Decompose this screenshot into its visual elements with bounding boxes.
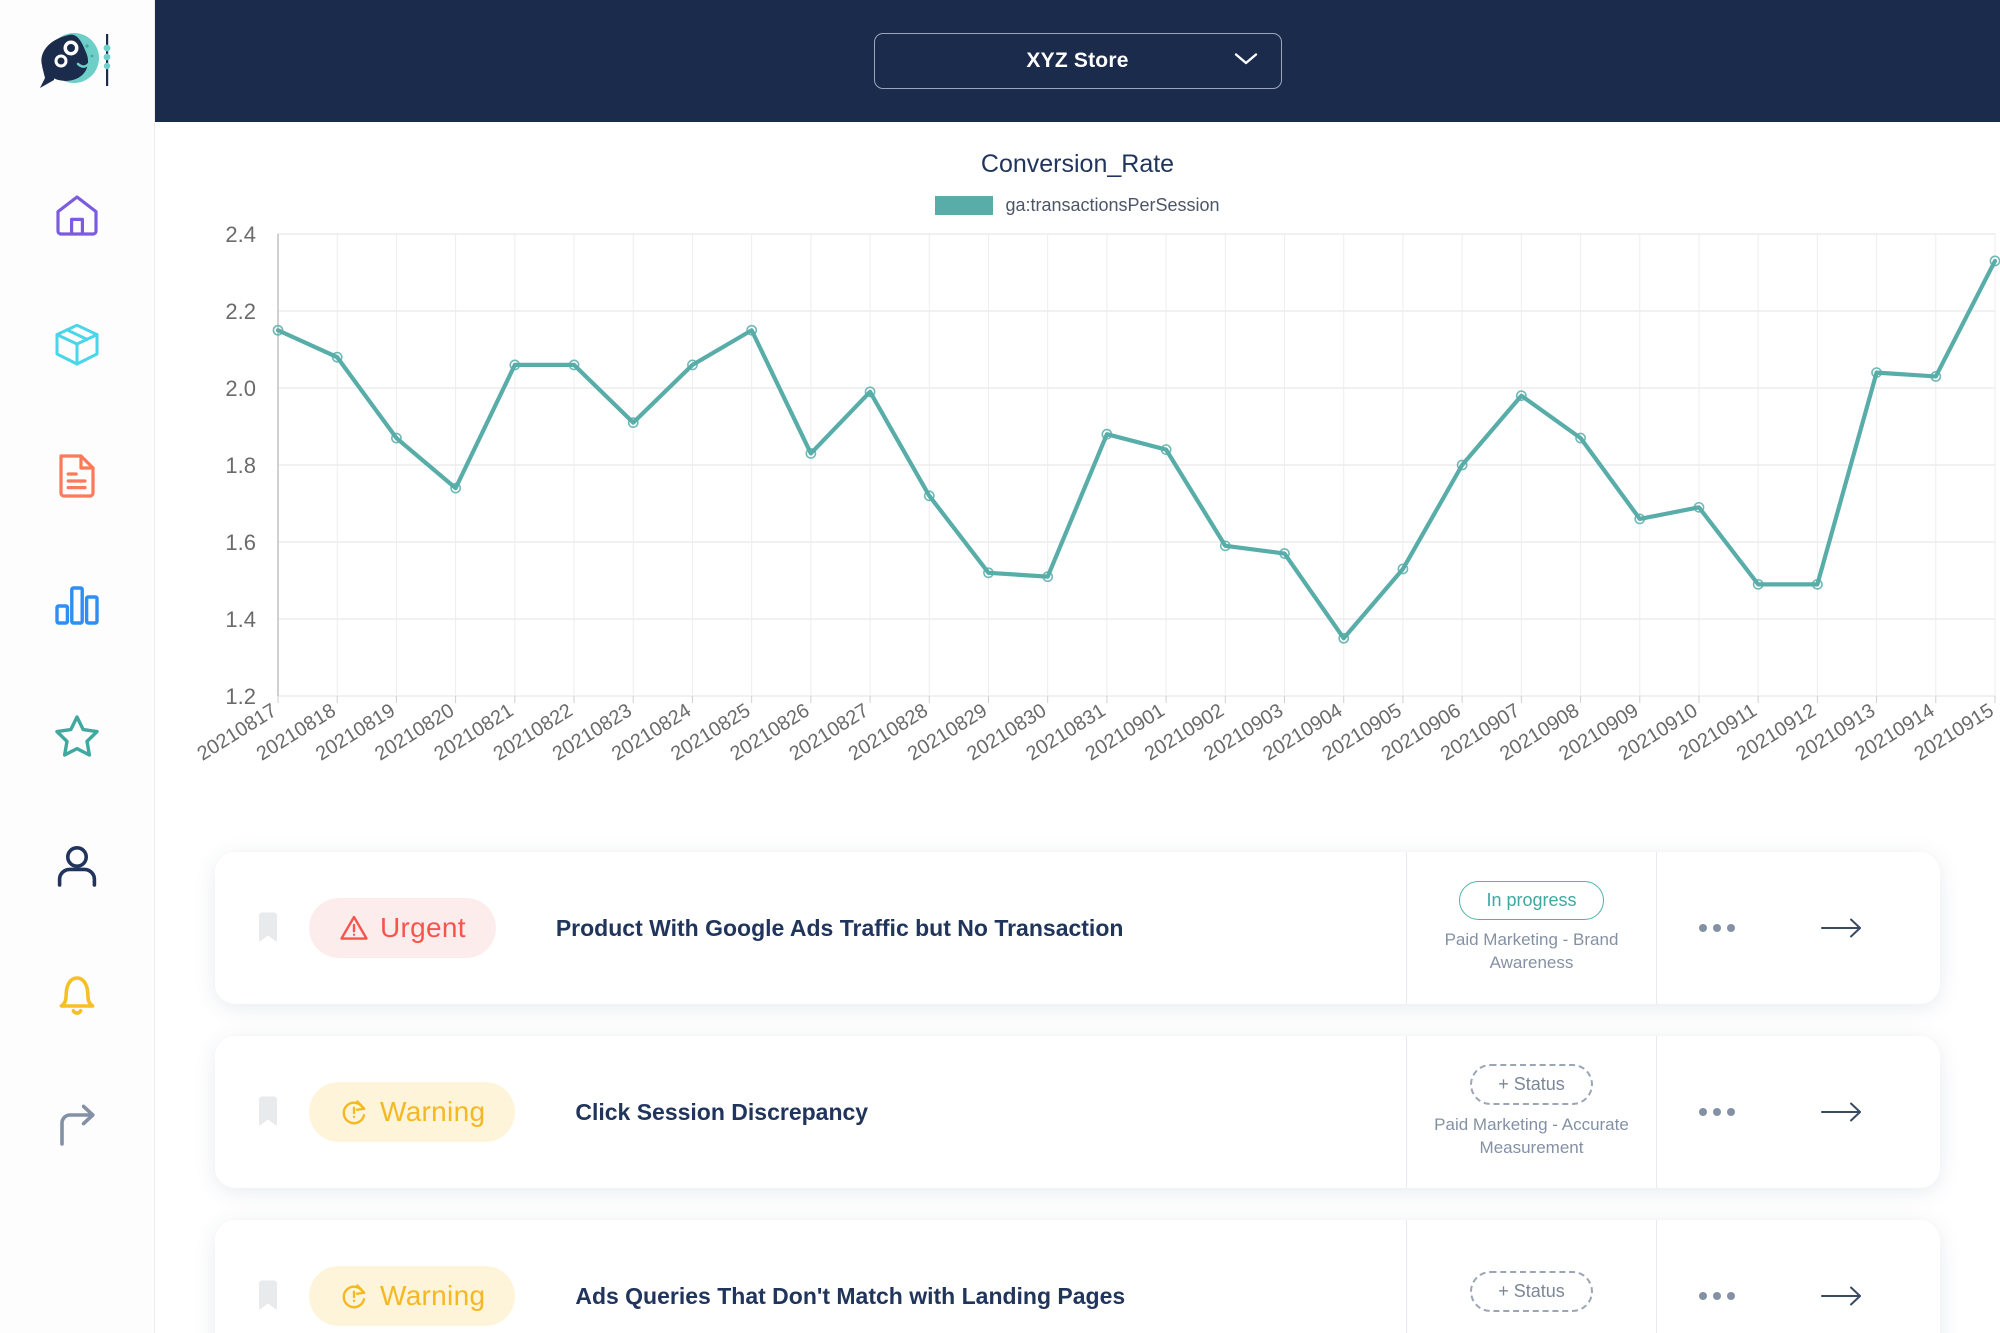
status-column: + Status Paid Marketing - Accurate Measur… (1406, 1036, 1656, 1188)
chart-legend: ga:transactionsPerSession (155, 195, 2000, 216)
severity-badge[interactable]: Warning (309, 1266, 516, 1326)
status-pill[interactable]: + Status (1470, 1064, 1593, 1106)
y-axis-tick-label: 1.2 (225, 684, 256, 709)
top-header-bar: XYZ Store (155, 0, 2000, 122)
sidebar-item-notifications[interactable] (0, 930, 154, 1060)
bookmark-button[interactable] (249, 1279, 287, 1313)
chevron-down-icon (1233, 51, 1259, 72)
card-actions (1656, 852, 1906, 1004)
alert-card[interactable]: Warning Ads Queries That Don't Match with… (215, 1220, 1940, 1333)
status-pill[interactable]: + Status (1470, 1271, 1593, 1312)
conversion-rate-chart: Conversion_Rate ga:transactionsPerSessio… (155, 122, 2000, 852)
sidebar-item-logout[interactable] (0, 1060, 154, 1190)
star-icon (55, 715, 99, 757)
legend-swatch (935, 196, 994, 215)
y-axis-tick-label: 1.6 (225, 530, 256, 555)
sidebar-item-reports[interactable] (0, 410, 154, 540)
bookmark-icon (259, 912, 277, 942)
y-axis-tick-label: 2.2 (225, 299, 256, 324)
ellipsis-icon[interactable] (1699, 1292, 1736, 1300)
home-icon (56, 195, 98, 236)
app-logo[interactable] (40, 30, 114, 92)
document-icon (59, 454, 95, 498)
exit-arrow-icon (60, 1104, 95, 1146)
severity-badge-label: Warning (380, 1280, 486, 1311)
fish-logo-icon (40, 33, 111, 88)
card-actions (1656, 1036, 1906, 1188)
arrow-right-icon (1820, 918, 1861, 938)
app-root: XYZ Store Conversion_Rate ga:transaction… (0, 0, 2000, 1333)
bookmark-icon (259, 1096, 277, 1126)
y-axis-tick-label: 1.8 (225, 453, 256, 478)
severity-badge-label: Warning (380, 1096, 486, 1127)
y-axis-tick-label: 1.4 (225, 607, 256, 632)
user-icon (57, 846, 97, 887)
bookmark-button[interactable] (249, 1095, 287, 1129)
alert-card-list: Urgent Product With Google Ads Traffic bu… (155, 852, 2000, 1333)
severity-badge-label: Urgent (380, 912, 466, 943)
status-category-label: Paid Marketing - Accurate Measurement (1434, 1115, 1629, 1157)
alert-title: Ads Queries That Don't Match with Landin… (575, 1282, 1126, 1309)
status-column: In progress Paid Marketing - Brand Awaren… (1406, 852, 1656, 1004)
alert-card[interactable]: Urgent Product With Google Ads Traffic bu… (215, 852, 1940, 1004)
y-axis-tick-label: 2.0 (225, 376, 256, 401)
sidebar (0, 0, 155, 1333)
sidebar-item-home[interactable] (0, 150, 154, 280)
sidebar-item-account[interactable] (0, 800, 154, 930)
status-category-label: Paid Marketing - Brand Awareness (1444, 930, 1619, 972)
ellipsis-icon[interactable] (1699, 924, 1736, 932)
bar-chart-icon (55, 586, 99, 625)
status-pill[interactable]: In progress (1459, 881, 1604, 921)
sidebar-item-analytics[interactable] (0, 540, 154, 670)
alert-title: Product With Google Ads Traffic but No T… (555, 914, 1124, 941)
store-selector[interactable]: XYZ Store (873, 33, 1282, 89)
store-selector-value: XYZ Store (1026, 49, 1129, 72)
warning-triangle-icon (340, 915, 368, 940)
chart-title: Conversion_Rate (980, 150, 1175, 178)
arrow-right-icon (1820, 1286, 1861, 1306)
open-alert-button[interactable] (1820, 1283, 1864, 1309)
box-icon (55, 323, 99, 366)
severity-badge[interactable]: Urgent (309, 898, 496, 958)
sidebar-item-favorites[interactable] (0, 670, 154, 800)
status-column: + Status (1406, 1220, 1656, 1333)
bell-icon (59, 976, 95, 1015)
arrow-right-icon (1820, 1102, 1861, 1122)
sidebar-item-products[interactable] (0, 280, 154, 410)
open-alert-button[interactable] (1820, 915, 1864, 941)
bookmark-button[interactable] (249, 911, 287, 945)
main-content: XYZ Store Conversion_Rate ga:transaction… (155, 0, 2000, 1333)
alert-title: Click Session Discrepancy (575, 1098, 869, 1125)
line-chart-svg: 1.21.41.61.82.02.22.42021081720210818202… (194, 226, 2000, 765)
sync-alert-icon (342, 1284, 366, 1309)
severity-badge[interactable]: Warning (309, 1082, 516, 1142)
alert-card[interactable]: Warning Click Session Discrepancy + Status… (215, 1036, 1940, 1188)
chart-plot-area: 1.2 1.4 1.6 1.8 2.0 2.2 2.4 20210817 20210818 202… (155, 226, 2000, 826)
sidebar-nav (0, 150, 154, 1190)
card-actions (1656, 1220, 1906, 1333)
series-line-ga-transactions-per-session (275, 258, 1998, 641)
sync-alert-icon (342, 1100, 366, 1125)
legend-label: ga:transactionsPerSession (1005, 195, 1220, 215)
bookmark-icon (259, 1280, 277, 1310)
ellipsis-icon[interactable] (1699, 1108, 1736, 1116)
open-alert-button[interactable] (1820, 1099, 1864, 1125)
y-axis-tick-label: 2.4 (225, 226, 256, 247)
